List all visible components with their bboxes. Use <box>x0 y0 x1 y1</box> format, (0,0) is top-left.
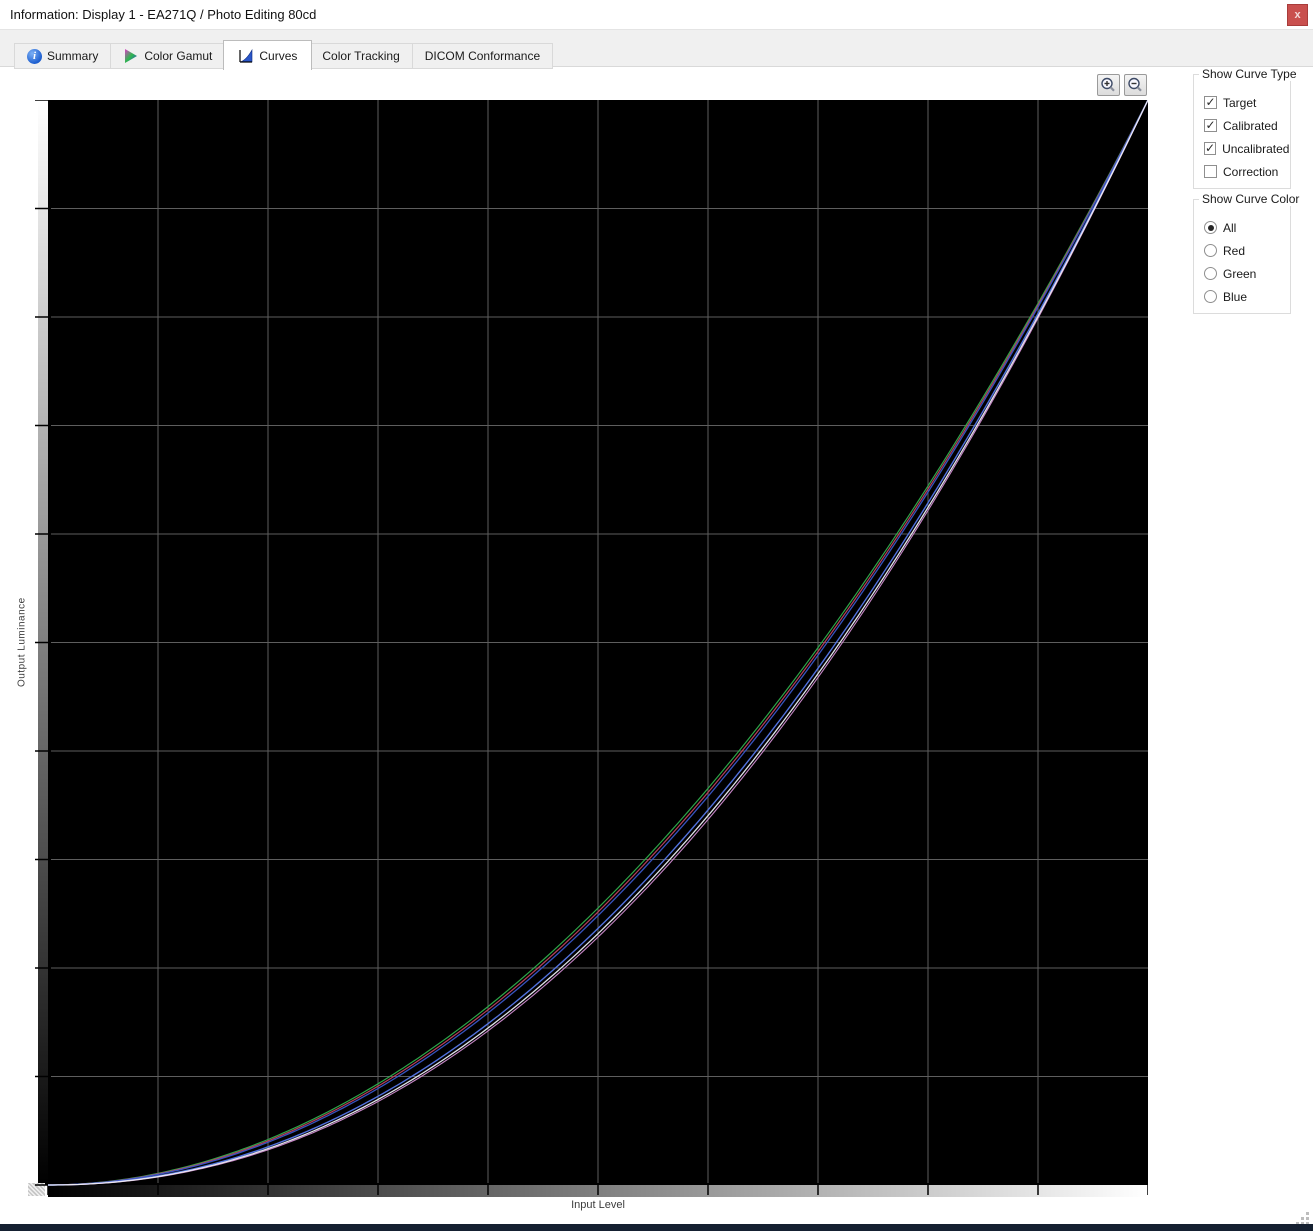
checkbox-calibrated[interactable]: ✓ Calibrated <box>1204 114 1286 137</box>
radio-red[interactable]: Red <box>1204 239 1286 262</box>
all-label: All <box>1223 220 1237 235</box>
calibrated-checkbox[interactable]: ✓ <box>1204 119 1217 132</box>
resize-grip[interactable] <box>1306 1212 1309 1215</box>
green-label: Green <box>1223 266 1257 281</box>
info-icon: i <box>27 48 42 64</box>
radio-blue[interactable]: Blue <box>1204 285 1286 308</box>
red-radio[interactable] <box>1204 244 1217 257</box>
tab-dicom-conformance-label: DICOM Conformance <box>424 49 541 63</box>
tab-curves-label: Curves <box>259 48 298 63</box>
tab-strip: i Summary Color Gamut Curves Color Track… <box>14 40 554 70</box>
curve-type-options: ✓ Target ✓ Calibrated ✓ Uncalibrated ✓ C… <box>1204 91 1290 183</box>
green-radio[interactable] <box>1204 267 1217 280</box>
radio-all[interactable]: All <box>1204 216 1286 239</box>
y-axis-label: Output Luminance <box>16 597 28 688</box>
gamut-icon <box>125 49 138 63</box>
checkbox-correction[interactable]: ✓ Correction <box>1204 160 1286 183</box>
uncalibrated-label: Uncalibrated <box>1222 141 1290 156</box>
blue-radio[interactable] <box>1204 290 1217 303</box>
blue-label: Blue <box>1223 289 1248 304</box>
curve-color-options: All Red Green Blue <box>1204 216 1286 308</box>
window-bottom-edge <box>0 1224 1313 1231</box>
window-title: Information: Display 1 - EA271Q / Photo … <box>10 7 317 22</box>
radio-green[interactable]: Green <box>1204 262 1286 285</box>
zoom-out-button[interactable] <box>1124 74 1147 96</box>
tab-color-gamut-label: Color Gamut <box>144 49 213 63</box>
tab-summary[interactable]: i Summary <box>14 43 112 69</box>
show-curve-type-title: Show Curve Type <box>1199 67 1300 81</box>
tab-color-tracking-label: Color Tracking <box>322 49 400 63</box>
correction-checkbox[interactable]: ✓ <box>1204 165 1217 178</box>
red-label: Red <box>1223 243 1246 258</box>
checkbox-target[interactable]: ✓ Target <box>1204 91 1286 114</box>
close-button[interactable]: x <box>1287 4 1308 26</box>
tab-dicom-conformance[interactable]: DICOM Conformance <box>412 43 554 69</box>
zoom-out-icon <box>1128 77 1142 92</box>
tab-color-tracking[interactable]: Color Tracking <box>310 43 413 69</box>
checkbox-uncalibrated[interactable]: ✓ Uncalibrated <box>1204 137 1290 160</box>
correction-label: Correction <box>1223 164 1279 179</box>
uncalibrated-checkbox[interactable]: ✓ <box>1204 142 1217 155</box>
zoom-in-icon <box>1101 77 1115 92</box>
calibrated-label: Calibrated <box>1223 118 1278 133</box>
show-curve-type-group: Show Curve Type ✓ Target ✓ Calibrated ✓ … <box>1193 67 1300 189</box>
curves-chart <box>35 100 1148 1195</box>
x-axis-label: Input Level <box>571 1199 625 1211</box>
show-curve-color-title: Show Curve Color <box>1199 192 1303 206</box>
show-curve-color-group: Show Curve Color All Red Green Blue <box>1193 192 1303 314</box>
tab-curves[interactable]: Curves <box>223 40 313 70</box>
tab-color-gamut[interactable]: Color Gamut <box>111 43 226 69</box>
tab-summary-label: Summary <box>47 49 99 63</box>
zoom-in-button[interactable] <box>1097 74 1120 96</box>
curves-icon <box>239 48 253 63</box>
title-bar: Information: Display 1 - EA271Q / Photo … <box>0 0 1313 30</box>
all-radio[interactable] <box>1204 221 1217 234</box>
target-label: Target <box>1223 95 1257 110</box>
target-checkbox[interactable]: ✓ <box>1204 96 1217 109</box>
